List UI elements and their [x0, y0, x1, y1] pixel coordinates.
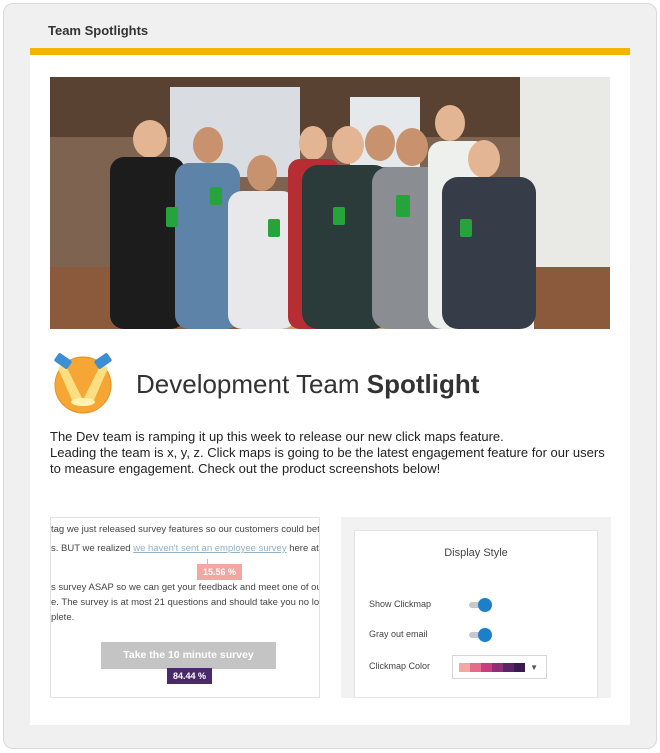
- survey-text-line-1: tag we just released survey features so …: [51, 524, 320, 535]
- color-swatch: [470, 663, 481, 672]
- clickmap-color-select[interactable]: ▼: [452, 655, 547, 679]
- show-clickmap-toggle[interactable]: [469, 598, 493, 612]
- display-style-screenshot: Display Style Show Clickmap Gray out ema…: [341, 517, 611, 698]
- survey-text-line-5: plete.: [51, 612, 75, 623]
- spotlight-card: Development Team Spotlight The Dev team …: [30, 48, 630, 725]
- gray-out-email-label: Gray out email: [369, 629, 428, 639]
- survey-text-line-3: s survey ASAP so we can get your feedbac…: [51, 582, 320, 593]
- color-swatch: [492, 663, 503, 672]
- gray-out-email-toggle[interactable]: [469, 628, 493, 642]
- color-swatch: [459, 663, 470, 672]
- color-swatch: [514, 663, 525, 672]
- take-survey-button[interactable]: Take the 10 minute survey: [101, 642, 276, 669]
- spotlight-title-bold: Spotlight: [366, 369, 480, 399]
- spotlight-title-regular: Development Team: [136, 369, 367, 399]
- chevron-down-icon: ▼: [530, 663, 538, 672]
- display-style-title: Display Style: [444, 547, 508, 559]
- survey-link[interactable]: we haven't sent an employee survey: [133, 543, 286, 554]
- color-swatch: [481, 663, 492, 672]
- panel-divider: [355, 697, 597, 698]
- click-percentage-badge-bottom: 84.44 %: [167, 668, 213, 684]
- spotlight-description: The Dev team is ramping it up this week …: [50, 429, 610, 477]
- survey-clickmap-screenshot: tag we just released survey features so …: [50, 517, 320, 698]
- display-style-panel: Display Style Show Clickmap Gray out ema…: [354, 530, 598, 698]
- survey-text-line-2-pre: s. BUT we realized: [51, 543, 134, 554]
- spotlight-title: Development Team Spotlight: [136, 369, 479, 400]
- clickmap-color-label: Clickmap Color: [369, 661, 431, 671]
- page-title: Team Spotlights: [48, 23, 149, 38]
- survey-text-line-4: e. The survey is at most 21 questions an…: [51, 597, 320, 608]
- color-swatch: [503, 663, 514, 672]
- show-clickmap-label: Show Clickmap: [369, 599, 432, 609]
- team-photo: [50, 77, 610, 329]
- click-percentage-badge-top: 15.56 %: [197, 564, 243, 580]
- survey-text-line-2-post: here at B: [289, 543, 319, 554]
- survey-text-line-2: s. BUT we realized we haven't sent an em…: [51, 543, 319, 554]
- description-line-1: The Dev team is ramping it up this week …: [50, 429, 504, 444]
- description-line-2: Leading the team is x, y, z. Click maps …: [50, 445, 605, 476]
- spotlight-icon: [52, 352, 114, 414]
